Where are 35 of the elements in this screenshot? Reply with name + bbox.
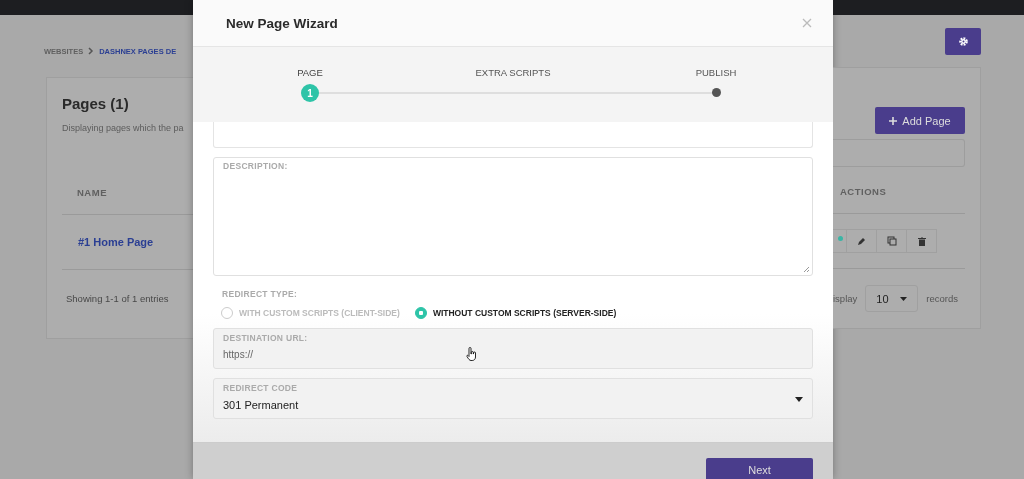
add-page-button[interactable]: Add Page bbox=[875, 107, 965, 134]
chevron-icon bbox=[88, 47, 95, 55]
resize-grip-icon[interactable] bbox=[803, 266, 810, 273]
column-header: ACTIONS bbox=[833, 184, 965, 214]
caret-icon bbox=[900, 296, 908, 301]
trash-icon[interactable] bbox=[906, 229, 937, 253]
page-size-select[interactable]: 10 bbox=[865, 285, 919, 312]
gear-icon bbox=[957, 36, 969, 47]
step-label: EXTRA SCRIPTS bbox=[475, 67, 551, 78]
description-field[interactable]: DESCRIPTION: bbox=[213, 157, 813, 276]
card-title: Pages (1) bbox=[62, 95, 130, 112]
hand-cursor-icon bbox=[466, 347, 477, 361]
entries-info: Showing 1-1 of 1 entries bbox=[65, 293, 170, 304]
radio-option[interactable]: WITHOUT CUSTOM SCRIPTS (SERVER-SIDE) bbox=[414, 307, 617, 319]
redirect-code-select[interactable]: REDIRECT CODE 301 Permanent bbox=[213, 378, 813, 419]
step-label: PAGE bbox=[297, 67, 323, 78]
settings-button[interactable] bbox=[945, 28, 981, 55]
step-number[interactable]: 1 bbox=[301, 84, 319, 102]
search-field[interactable] bbox=[833, 139, 965, 167]
dialog-title: New Page Wizard bbox=[226, 15, 338, 31]
step-label: PUBLISH bbox=[695, 67, 737, 78]
next-button[interactable]: Next bbox=[706, 458, 813, 479]
field-label: REDIRECT TYPE: bbox=[222, 289, 299, 299]
records-label: records bbox=[926, 293, 958, 304]
edit-icon[interactable] bbox=[846, 229, 877, 253]
plus-icon bbox=[889, 116, 898, 125]
destination-url-input[interactable]: https:// bbox=[223, 349, 523, 360]
field-label: DESTINATION URL: bbox=[223, 333, 309, 343]
status-icon[interactable] bbox=[833, 229, 847, 253]
card-subtitle: Displaying pages which the pa bbox=[62, 123, 185, 133]
display-label: isplay bbox=[833, 293, 858, 304]
page-link[interactable]: #1 Home Page bbox=[78, 236, 154, 248]
caret-icon bbox=[795, 397, 803, 402]
close-icon[interactable] bbox=[802, 18, 812, 28]
step-dot-icon[interactable] bbox=[711, 88, 721, 97]
